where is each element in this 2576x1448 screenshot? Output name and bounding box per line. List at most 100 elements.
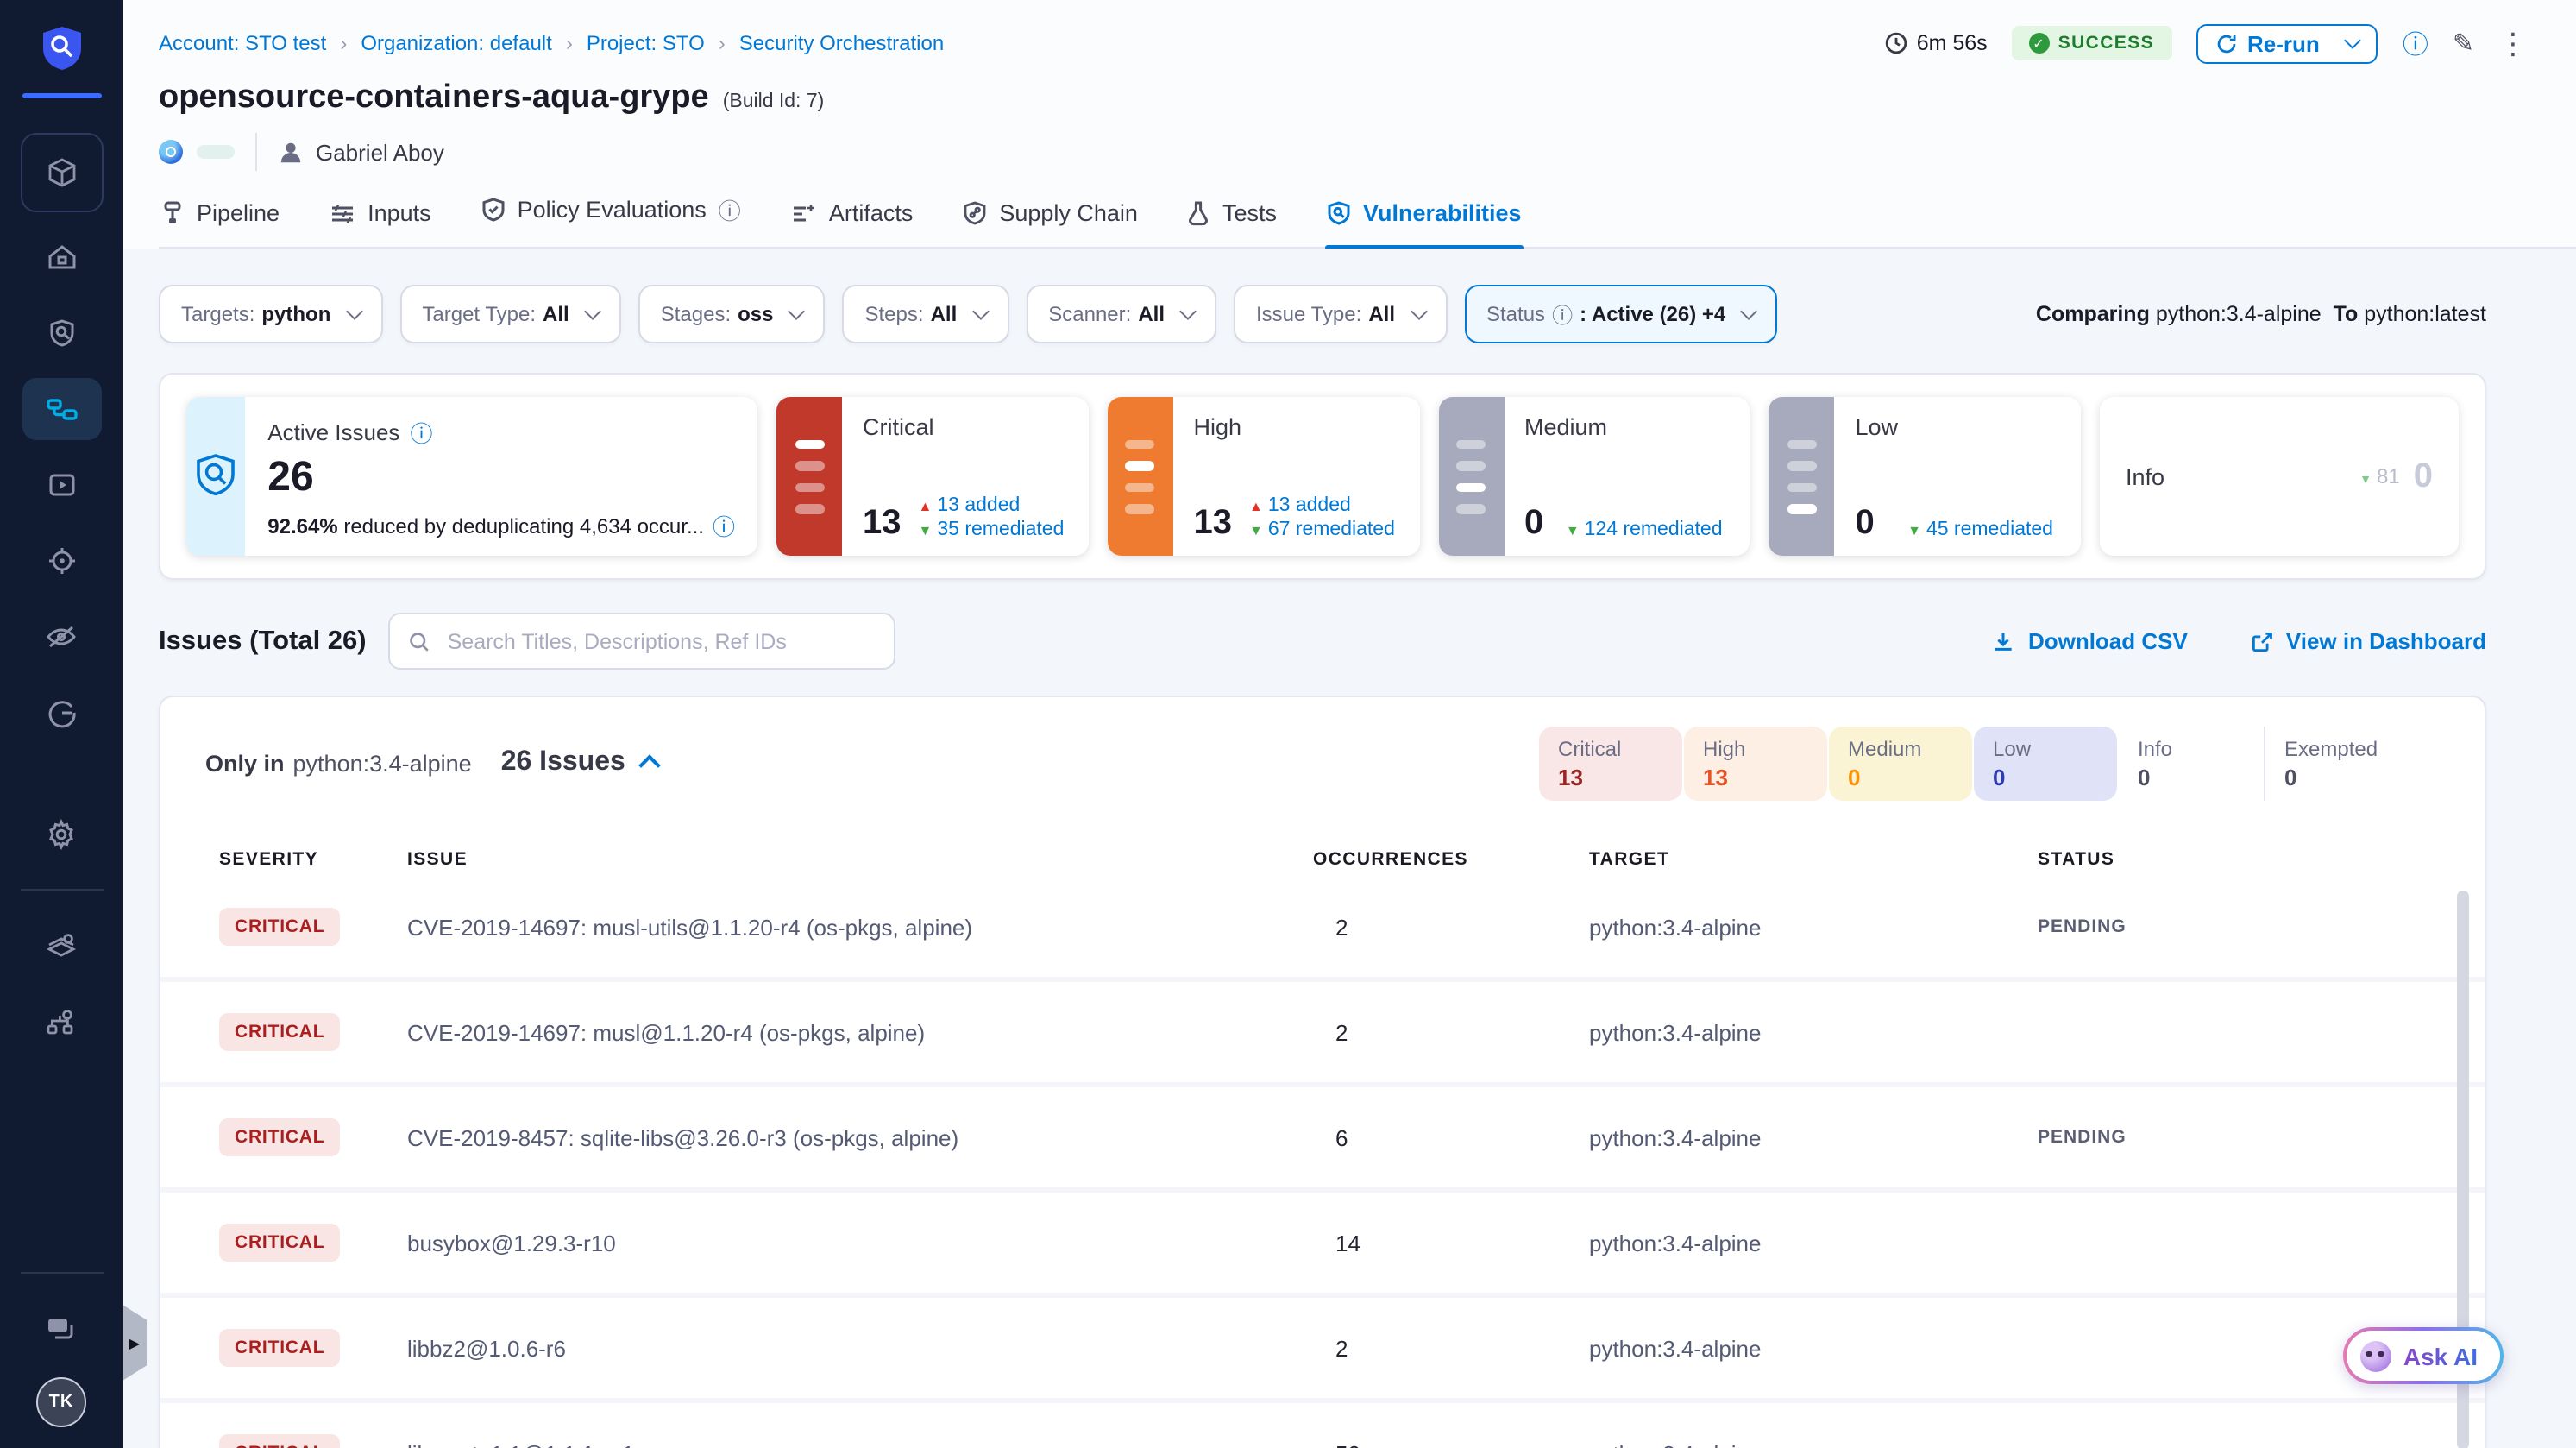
download-csv-link[interactable]: Download CSV [1992, 628, 2188, 654]
ask-ai-button[interactable]: Ask AI [2343, 1327, 2504, 1384]
policy-shield-icon [481, 197, 506, 223]
chip-info[interactable]: Info0 [2119, 726, 2262, 800]
remediated-link[interactable]: 35 remediated [937, 519, 1064, 540]
shield-search-icon [186, 397, 245, 556]
table-row[interactable]: CRITICAL libcrypto1.1@1.1.1a-r1 50 pytho… [160, 1403, 2485, 1448]
high-label: High [1194, 414, 1399, 440]
sidebar-item-exclusions[interactable] [22, 606, 101, 668]
sto-shield-logo-icon [39, 24, 84, 72]
kebab-menu-icon[interactable]: ⋮ [2498, 28, 2528, 58]
tab-inputs[interactable]: Inputs [328, 200, 433, 247]
info-icon[interactable]: ⓘ [410, 416, 432, 449]
external-link-icon [2250, 629, 2274, 653]
filter-scanner[interactable]: Scanner:All [1026, 285, 1216, 343]
module-selector-cube-icon[interactable] [20, 133, 103, 212]
breadcrumb-organization[interactable]: Organization: default [361, 31, 552, 55]
page-title: opensource-containers-aqua-grype [159, 79, 709, 117]
added-link[interactable]: 13 added [1268, 495, 1351, 516]
group-count: 26 Issues [501, 747, 625, 778]
added-link[interactable]: 13 added [937, 495, 1020, 516]
dedupe-note: 92.64% reduced by deduplicating 4,634 oc… [267, 509, 735, 542]
critical-label: Critical [863, 414, 1068, 440]
table-row[interactable]: CRITICAL libbz2@1.0.6-r6 2 python:3.4-al… [160, 1298, 2485, 1403]
low-card[interactable]: Low 0 ▼45 remediated [1769, 397, 2082, 556]
filter-stages[interactable]: Stages:oss [638, 285, 826, 343]
sidebar-item-get-started[interactable] [22, 682, 101, 744]
sidebar-item-help-chat[interactable]: ? [22, 1298, 101, 1360]
tab-supply-chain[interactable]: Supply Chain [961, 200, 1140, 247]
sidebar-item-org-settings[interactable] [22, 991, 101, 1053]
high-count: 13 [1194, 506, 1233, 540]
remediated-link[interactable]: 67 remediated [1268, 519, 1395, 540]
user-avatar[interactable]: TK [36, 1377, 86, 1427]
medium-card[interactable]: Medium 0 ▼124 remediated [1438, 397, 1750, 556]
chip-critical[interactable]: Critical13 [1539, 726, 1682, 800]
info-icon[interactable]: ⓘ [2403, 25, 2428, 61]
filter-targets[interactable]: Targets:python [159, 285, 382, 343]
table-row[interactable]: CRITICAL CVE-2019-8457: sqlite-libs@3.26… [160, 1087, 2485, 1193]
breadcrumb: Account: STO test › Organization: defaul… [159, 31, 944, 55]
active-issues-card[interactable]: Active Issues ⓘ 26 92.64% reduced by ded… [186, 397, 757, 556]
remediated-link[interactable]: 45 remediated [1926, 519, 2053, 540]
table-row[interactable]: CRITICAL busybox@1.29.3-r10 14 python:3.… [160, 1193, 2485, 1298]
divider [255, 133, 257, 171]
filter-status[interactable]: Status ⓘ : Active (26) +4 [1464, 285, 1777, 343]
tab-tests[interactable]: Tests [1186, 200, 1279, 247]
download-icon [1992, 629, 2016, 653]
low-strip-icon [1769, 397, 1835, 556]
sidebar-divider [20, 1272, 103, 1274]
chip-exempted[interactable]: Exempted0 [2264, 726, 2440, 800]
filter-steps[interactable]: Steps:All [843, 285, 1009, 343]
triangle-up-icon: ▲ [1249, 499, 1263, 514]
chevron-down-icon [1740, 303, 1757, 320]
tab-artifacts[interactable]: Artifacts [789, 200, 915, 247]
info-icon[interactable]: ⓘ [719, 193, 741, 226]
sidebar-item-project-settings[interactable] [22, 915, 101, 977]
triangle-up-icon: ▲ [919, 499, 933, 514]
critical-card[interactable]: Critical 13 ▲13 added ▼35 remediated [776, 397, 1089, 556]
sidebar-item-executions[interactable] [22, 454, 101, 516]
search-input[interactable] [444, 627, 877, 655]
critical-strip-icon [776, 397, 842, 556]
breadcrumb-project[interactable]: Project: STO [587, 31, 705, 55]
breadcrumb-separator: › [340, 31, 347, 55]
build-id: (Build Id: 7) [723, 91, 825, 112]
table-row[interactable]: CRITICAL CVE-2019-14697: musl@1.1.20-r4 … [160, 982, 2485, 1087]
breadcrumb-separator: › [566, 31, 573, 55]
view-in-dashboard-link[interactable]: View in Dashboard [2250, 628, 2486, 654]
chevron-down-icon [345, 303, 362, 320]
info-card[interactable]: Info ▼81 0 [2100, 397, 2459, 556]
info-icon[interactable]: ⓘ [713, 509, 735, 542]
chip-medium[interactable]: Medium0 [1829, 726, 1972, 800]
edit-pencil-icon[interactable]: ✎ [2453, 30, 2474, 56]
tab-pipeline[interactable]: Pipeline [159, 200, 281, 247]
chevron-up-icon[interactable] [639, 753, 661, 775]
chip-low[interactable]: Low0 [1974, 726, 2117, 800]
filter-target-type[interactable]: Target Type:All [399, 285, 620, 343]
sidebar-item-home[interactable] [22, 226, 101, 288]
breadcrumb-module[interactable]: Security Orchestration [739, 31, 944, 55]
triangle-down-icon: ▼ [1907, 523, 1921, 538]
chip-high[interactable]: High13 [1684, 726, 1827, 800]
table-row[interactable]: CRITICAL CVE-2019-14697: musl-utils@1.1.… [160, 877, 2485, 982]
chevron-down-icon [971, 303, 989, 320]
breadcrumb-account[interactable]: Account: STO test [159, 31, 326, 55]
breadcrumb-separator: › [719, 31, 726, 55]
sidebar-item-scan-shield[interactable] [22, 302, 101, 364]
issues-search[interactable] [389, 613, 896, 670]
rerun-button[interactable]: Re-run [2196, 23, 2378, 63]
filter-issue-type[interactable]: Issue Type:All [1234, 285, 1447, 343]
info-icon: ⓘ [1552, 299, 1573, 329]
info-count: 0 [2414, 456, 2433, 496]
sidebar-item-settings[interactable] [22, 803, 101, 865]
sidebar-item-targets[interactable] [22, 530, 101, 592]
pipeline-icon [160, 200, 185, 226]
tab-policy-evaluations[interactable]: Policy Evaluations ⓘ [480, 193, 743, 247]
tab-vulnerabilities[interactable]: Vulnerabilities [1325, 200, 1524, 247]
high-card[interactable]: High 13 ▲13 added ▼67 remediated [1108, 397, 1420, 556]
severity-badge: CRITICAL [219, 1329, 340, 1367]
sidebar-item-pipelines[interactable] [22, 378, 101, 440]
severity-badge: CRITICAL [219, 1224, 340, 1262]
remediated-link[interactable]: 124 remediated [1585, 519, 1723, 540]
execution-duration: 6m 56s [1884, 31, 1988, 55]
